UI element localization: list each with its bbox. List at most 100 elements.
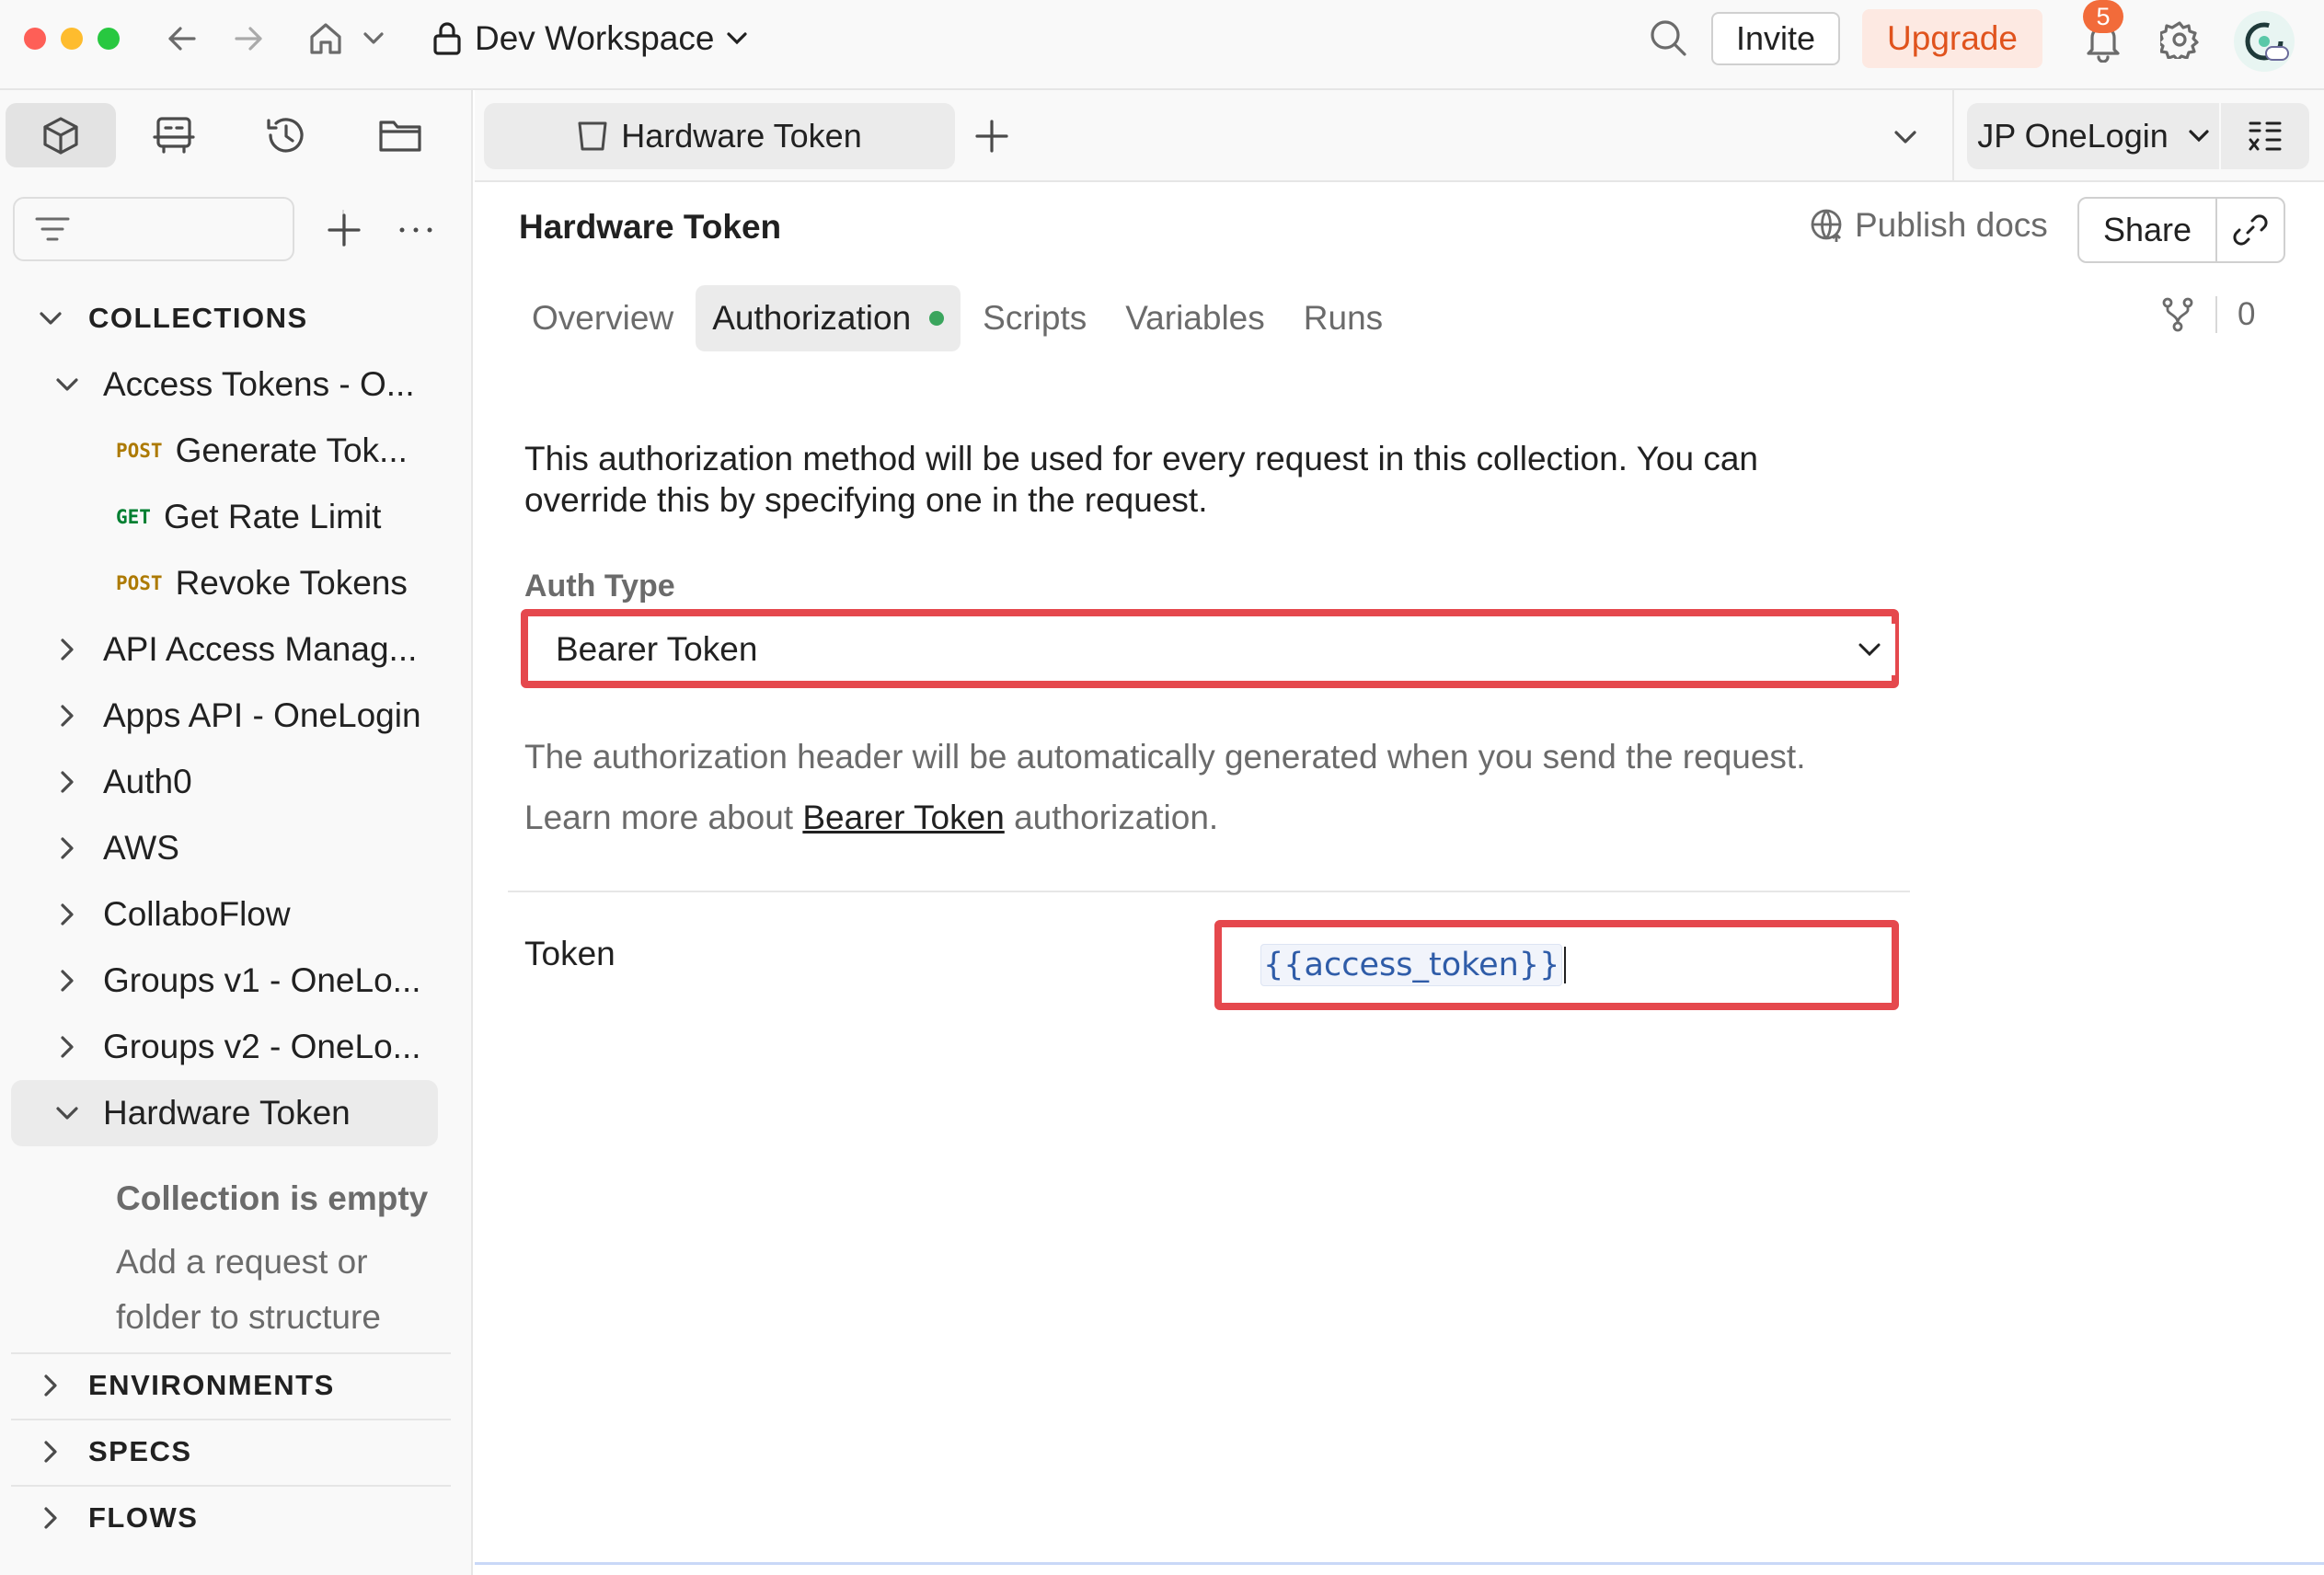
chevron-right-icon	[37, 1441, 64, 1463]
fork-info[interactable]: 0	[2160, 296, 2255, 333]
auth-learn-more: Learn more about Bearer Token authorizat…	[524, 799, 1218, 837]
share-button[interactable]: Share	[2079, 199, 2217, 261]
files-nav-button[interactable]	[370, 103, 431, 167]
sidebar-item-label: CollaboFlow	[103, 895, 291, 933]
invite-button[interactable]: Invite	[1711, 12, 1840, 65]
environments-nav-button[interactable]	[144, 103, 204, 167]
sidebar-item-auth0[interactable]: Auth0	[11, 753, 438, 811]
more-options-icon[interactable]	[396, 210, 436, 250]
tab-label: Authorization	[712, 299, 912, 337]
empty-collection-description: Add a request or folder to structure	[116, 1243, 381, 1336]
sidebar-item-access-tokens[interactable]: Access Tokens - O...	[11, 355, 438, 414]
chevron-right-icon	[53, 903, 81, 925]
bearer-token-link[interactable]: Bearer Token	[802, 799, 1004, 836]
home-chevron-down-icon[interactable]	[361, 26, 386, 52]
gear-icon[interactable]	[2158, 18, 2201, 61]
environment-icon	[153, 115, 195, 155]
specs-section-header[interactable]: SPECS	[11, 1422, 438, 1481]
maximize-window-button[interactable]	[98, 28, 120, 50]
folder-icon	[378, 117, 422, 154]
chevron-right-icon	[37, 1374, 64, 1397]
auth-type-select[interactable]: Bearer Token	[535, 624, 1895, 675]
fork-count: 0	[2238, 296, 2256, 332]
cube-icon	[40, 115, 81, 155]
sidebar-item-aws[interactable]: AWS	[11, 819, 438, 878]
divider	[11, 1352, 451, 1354]
add-collection-button[interactable]	[324, 210, 364, 250]
environment-quick-look-button[interactable]	[2221, 103, 2309, 169]
environments-section-header[interactable]: ENVIRONMENTS	[11, 1356, 438, 1415]
workspace-switcher[interactable]: Dev Workspace	[432, 17, 748, 61]
divider	[1952, 90, 1954, 182]
tab-variables[interactable]: Variables	[1109, 285, 1282, 351]
sidebar-item-label: Revoke Tokens	[175, 564, 408, 602]
method-badge: GET	[116, 506, 151, 528]
chevron-right-icon	[53, 771, 81, 793]
section-label: FLOWS	[88, 1501, 199, 1534]
collection-tabs: Overview Authorization Scripts Variables…	[515, 285, 1399, 351]
upgrade-button[interactable]: Upgrade	[1862, 9, 2042, 68]
tab-bar: Hardware Token JP OneLogin	[475, 90, 2324, 182]
chevron-down-icon	[727, 32, 748, 45]
lock-icon	[432, 21, 462, 56]
chevron-right-icon	[53, 638, 81, 661]
copy-link-button[interactable]	[2217, 213, 2284, 247]
workspace-name: Dev Workspace	[475, 19, 715, 57]
tab-overview[interactable]: Overview	[515, 285, 690, 351]
sidebar-item-groups-v1[interactable]: Groups v1 - OneLo...	[11, 951, 438, 1010]
sidebar-request-revoke-tokens[interactable]: POST Revoke Tokens	[11, 554, 438, 613]
sidebar-item-collaboflow[interactable]: CollaboFlow	[11, 885, 438, 944]
token-input[interactable]: {{access_token}}	[1233, 935, 1884, 995]
history-icon	[265, 115, 307, 155]
forward-arrow-icon[interactable]	[230, 20, 267, 57]
sidebar-item-api-access-management[interactable]: API Access Manag...	[11, 620, 438, 679]
environment-selector[interactable]: JP OneLogin	[1967, 103, 2219, 169]
sidebar-item-label: API Access Manag...	[103, 630, 418, 668]
sidebar-item-label: Apps API - OneLogin	[103, 696, 421, 734]
environment-name: JP OneLogin	[1977, 117, 2169, 155]
divider	[508, 891, 1910, 892]
collections-nav-button[interactable]	[6, 103, 116, 167]
home-icon[interactable]	[305, 18, 346, 59]
token-variable: {{access_token}}	[1260, 944, 1563, 986]
tab-hardware-token[interactable]: Hardware Token	[484, 103, 955, 169]
tab-scripts[interactable]: Scripts	[966, 285, 1103, 351]
sidebar-request-get-rate-limit[interactable]: GET Get Rate Limit	[11, 488, 438, 546]
auth-type-label: Auth Type	[524, 569, 675, 604]
history-nav-button[interactable]	[256, 103, 316, 167]
sidebar-item-label: AWS	[103, 829, 179, 867]
divider	[2215, 296, 2217, 333]
collections-section-header[interactable]: COLLECTIONS	[11, 289, 438, 348]
tabs-overflow-chevron-icon[interactable]	[1892, 123, 1919, 151]
divider	[11, 1485, 451, 1487]
collection-title: Hardware Token	[519, 208, 782, 246]
sidebar-item-apps-api[interactable]: Apps API - OneLogin	[11, 686, 438, 745]
back-arrow-icon[interactable]	[164, 20, 201, 57]
sidebar-request-generate-tokens[interactable]: POST Generate Tok...	[11, 421, 438, 480]
minimize-window-button[interactable]	[61, 28, 83, 50]
title-bar: Dev Workspace Invite Upgrade 5	[0, 0, 2324, 90]
section-label: SPECS	[88, 1435, 192, 1467]
section-label: ENVIRONMENTS	[88, 1369, 335, 1401]
publish-docs-button[interactable]: Publish docs	[1809, 206, 2048, 245]
token-label: Token	[524, 935, 616, 972]
filter-icon	[35, 215, 70, 243]
filter-input[interactable]	[13, 197, 294, 261]
link-icon	[2233, 213, 2268, 247]
divider	[475, 1562, 2324, 1565]
fork-icon	[2160, 296, 2195, 333]
flows-section-header[interactable]: FLOWS	[11, 1489, 438, 1547]
avatar[interactable]	[2234, 11, 2295, 72]
tab-runs[interactable]: Runs	[1287, 285, 1399, 351]
status-dot	[929, 311, 945, 326]
search-icon[interactable]	[1647, 17, 1689, 59]
empty-collection-title: Collection is empty	[116, 1179, 429, 1217]
new-tab-button[interactable]	[972, 116, 1012, 156]
tab-authorization[interactable]: Authorization	[696, 285, 961, 351]
close-window-button[interactable]	[24, 28, 46, 50]
chevron-right-icon	[53, 970, 81, 992]
sidebar-item-groups-v2[interactable]: Groups v2 - OneLo...	[11, 1017, 438, 1076]
sidebar-item-hardware-token[interactable]: Hardware Token	[11, 1080, 438, 1146]
learn-more-suffix: authorization.	[1014, 799, 1219, 836]
collections-label: COLLECTIONS	[88, 302, 308, 334]
